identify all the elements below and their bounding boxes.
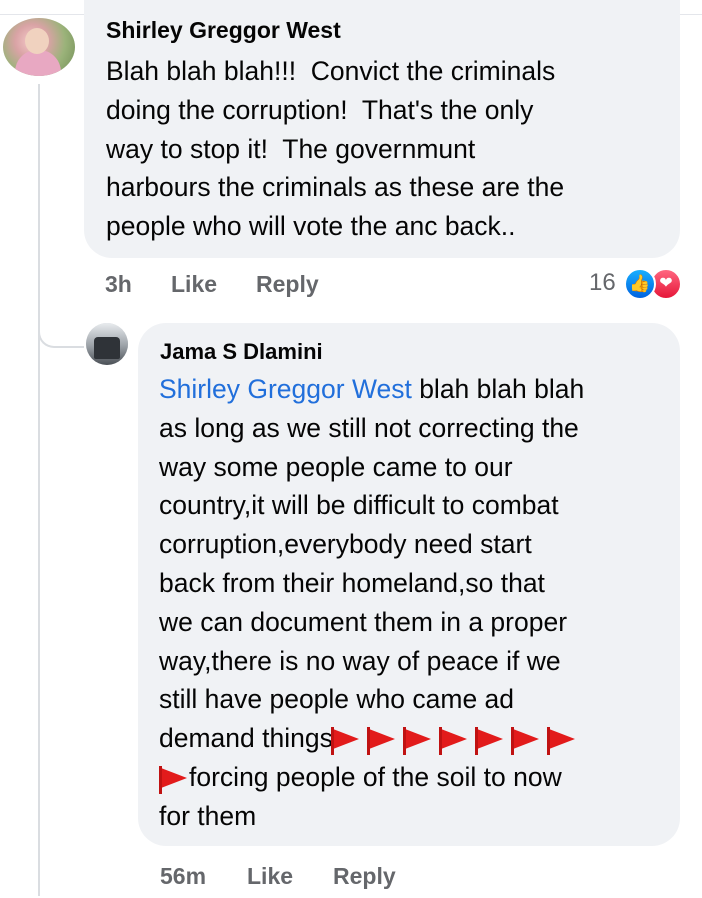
comment-line: corruption,everybody need start (159, 529, 532, 560)
comment-line: country,it will be difficult to combat (159, 490, 559, 521)
comment-timestamp[interactable]: 3h (105, 271, 132, 298)
reply-button[interactable]: Reply (256, 271, 319, 298)
comment-line: Blah blah blah!!! Convict the criminals (106, 56, 556, 86)
avatar[interactable] (3, 18, 75, 76)
flag-row (330, 723, 585, 756)
like-button[interactable]: Like (247, 863, 293, 890)
like-button[interactable]: Like (171, 271, 217, 298)
comment-line: we can document them in a proper (159, 606, 568, 637)
comment-line: for them (159, 800, 257, 831)
red-triangular-flag-icon (159, 765, 187, 794)
red-triangular-flag-icon (510, 727, 539, 756)
red-triangular-flag-icon (330, 727, 359, 756)
comment-line: demand things (159, 723, 333, 754)
reaction-count[interactable]: 16 (589, 269, 616, 297)
comment-line: way some people came to our (159, 451, 513, 482)
comment-timestamp[interactable]: 56m (160, 863, 206, 890)
comment-line: doing the corruption! That's the only (106, 94, 534, 125)
comment-text: Blah blah blah!!! Convict the criminals … (106, 52, 564, 246)
comment-line: forcing people of the soil to now (189, 761, 562, 792)
comment-author[interactable]: Jama S Dlamini (160, 338, 323, 366)
red-triangular-flag-icon (546, 727, 575, 756)
red-triangular-flag-icon (366, 727, 395, 756)
reply-button[interactable]: Reply (333, 863, 396, 890)
red-triangular-flag-icon (474, 727, 503, 756)
comment-line: as long as we still not correcting the (159, 412, 579, 443)
comment-line: harbours the criminals as these are the (106, 172, 565, 203)
comment-line: people who will vote the anc back.. (106, 211, 516, 242)
comment-line: still have people who came ad (159, 684, 515, 715)
thread-connector (38, 300, 84, 348)
comment-line: blah blah blah (411, 374, 585, 404)
avatar[interactable] (86, 323, 128, 365)
red-triangular-flag-icon (438, 727, 467, 756)
thread-line (38, 84, 40, 896)
comment-line: way to stop it! The governmunt (106, 133, 476, 164)
comment-text: Shirley Greggor West blah blah blah as l… (159, 370, 585, 836)
comment-line: back from their homeland,so that (159, 567, 545, 598)
red-triangular-flag-icon (402, 727, 431, 756)
like-icon[interactable]: 👍 (624, 268, 656, 300)
mention-link[interactable]: Shirley Greggor West (159, 374, 412, 404)
comment-author[interactable]: Shirley Greggor West (106, 16, 341, 44)
comment-line: way,there is no way of peace if we (159, 645, 561, 676)
